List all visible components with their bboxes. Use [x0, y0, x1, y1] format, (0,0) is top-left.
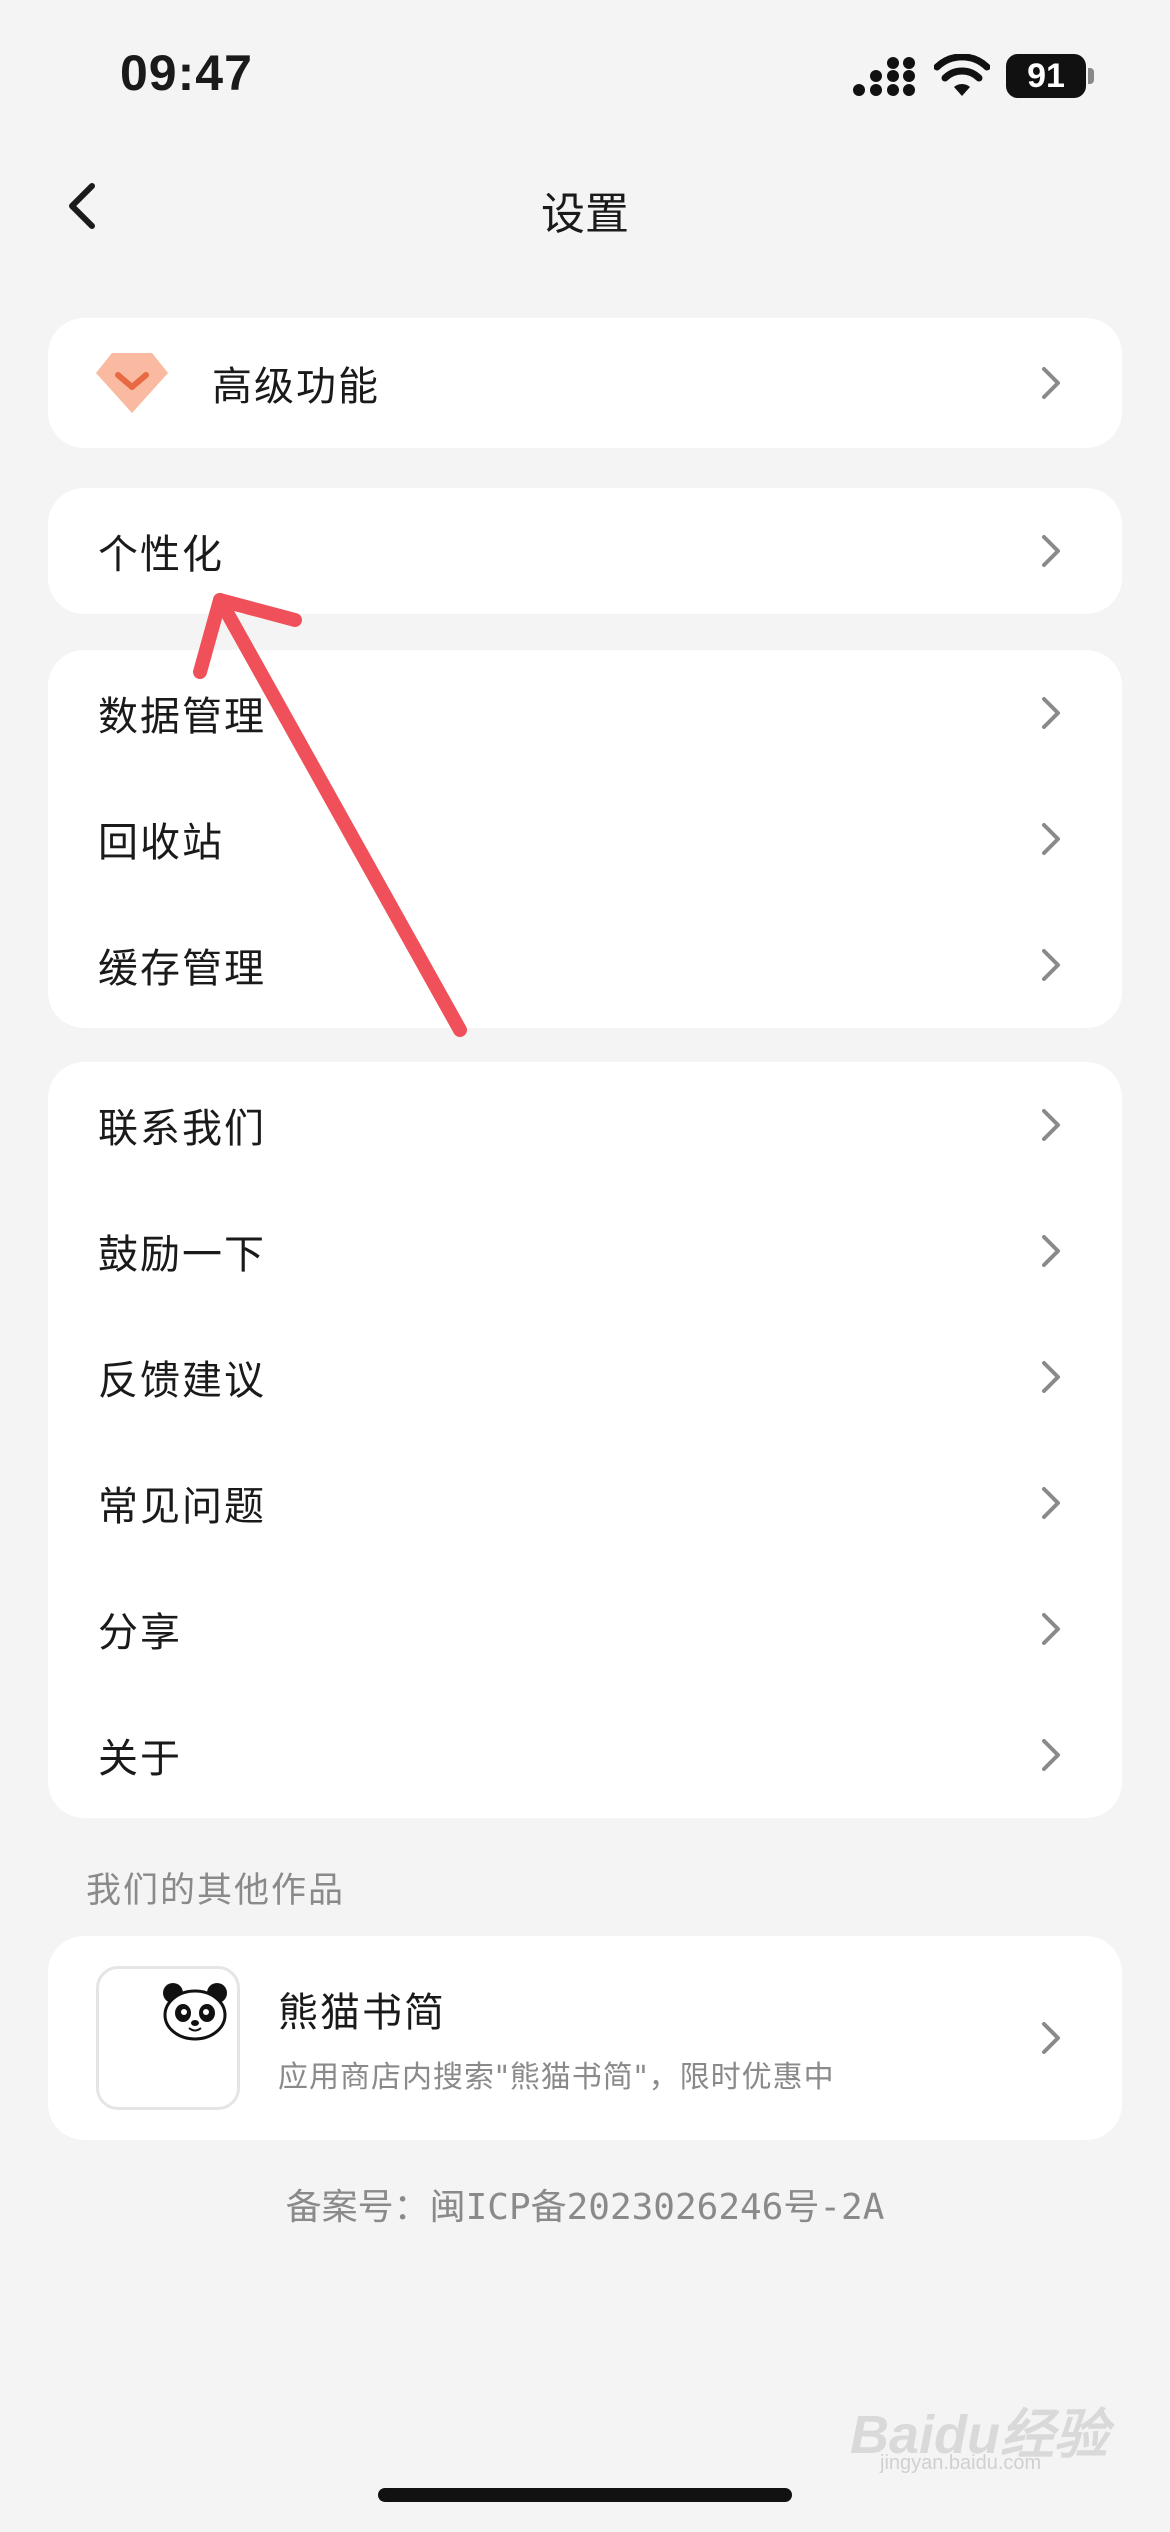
feedback-item[interactable]: 反馈建议: [48, 1314, 1122, 1440]
chevron-right-icon: [1042, 2022, 1060, 2054]
share-label: 分享: [98, 1610, 182, 1656]
recycle-bin-label: 回收站: [98, 820, 224, 866]
status-time: 09:47: [120, 45, 253, 101]
battery-cap: [1088, 68, 1094, 84]
panda-icon: [163, 1983, 227, 2041]
chevron-right-icon: [1042, 949, 1060, 981]
cache-management-label: 缓存管理: [98, 946, 266, 992]
encourage-label: 鼓励一下: [98, 1232, 266, 1278]
other-works-caption: 我们的其他作品: [86, 1871, 346, 1911]
product-description: 应用商店内搜索"熊猫书简"，限时优惠中: [278, 2060, 835, 2095]
cache-management-item[interactable]: 缓存管理: [48, 902, 1122, 1028]
premium-card: 高级功能: [48, 318, 1122, 448]
chevron-right-icon: [1042, 1613, 1060, 1645]
diamond-icon: [96, 353, 168, 413]
data-management-item[interactable]: 数据管理: [48, 650, 1122, 776]
personalize-card: 个性化: [48, 488, 1122, 614]
battery-indicator: 91: [1006, 54, 1086, 98]
premium-features-item[interactable]: 高级功能: [48, 318, 1122, 448]
product-name: 熊猫书简: [278, 1990, 446, 2036]
watermark-url: jingyan.baidu.com: [880, 2452, 1042, 2474]
wifi-icon: [934, 54, 990, 96]
chevron-right-icon: [1042, 1361, 1060, 1393]
faq-label: 常见问题: [98, 1484, 266, 1530]
chevron-right-icon: [1042, 1109, 1060, 1141]
product-text: 熊猫书简 应用商店内搜索"熊猫书简"，限时优惠中: [278, 1980, 835, 2096]
chevron-right-icon: [1042, 697, 1060, 729]
chevron-right-icon: [1042, 367, 1060, 399]
faq-item[interactable]: 常见问题: [48, 1440, 1122, 1566]
status-bar: 09:47 91: [0, 0, 1170, 150]
contact-us-item[interactable]: 联系我们: [48, 1062, 1122, 1188]
chevron-right-icon: [1042, 1487, 1060, 1519]
recycle-bin-item[interactable]: 回收站: [48, 776, 1122, 902]
about-item[interactable]: 关于: [48, 1692, 1122, 1818]
feedback-label: 反馈建议: [98, 1358, 266, 1404]
data-card: 数据管理 回收站 缓存管理: [48, 650, 1122, 1028]
personalize-label: 个性化: [98, 532, 224, 578]
chevron-right-icon: [1042, 1739, 1060, 1771]
data-management-label: 数据管理: [98, 694, 266, 740]
cellular-signal-icon: [853, 57, 915, 96]
about-label: 关于: [98, 1736, 182, 1782]
encourage-item[interactable]: 鼓励一下: [48, 1188, 1122, 1314]
baidu-watermark: Baidu经验 jingyan.baidu.com: [850, 2390, 1110, 2474]
other-works-card: 熊猫书简 应用商店内搜索"熊猫书简"，限时优惠中: [48, 1936, 1122, 2140]
personalize-item[interactable]: 个性化: [48, 488, 1122, 614]
app-thumbnail: [96, 1966, 240, 2110]
page-title: 设置: [541, 189, 629, 240]
panda-app-item[interactable]: 熊猫书简 应用商店内搜索"熊猫书简"，限时优惠中: [48, 1936, 1122, 2140]
contact-us-label: 联系我们: [98, 1106, 266, 1152]
support-card: 联系我们 鼓励一下 反馈建议 常见问题 分享 关于: [48, 1062, 1122, 1818]
icp-registration: 备案号：闽ICP备2023026246号-2A: [285, 2187, 885, 2228]
premium-features-label: 高级功能: [212, 364, 380, 410]
chevron-right-icon: [1042, 1235, 1060, 1267]
share-item[interactable]: 分享: [48, 1566, 1122, 1692]
chevron-right-icon: [1042, 535, 1060, 567]
home-indicator[interactable]: [378, 2488, 792, 2502]
chevron-right-icon: [1042, 823, 1060, 855]
